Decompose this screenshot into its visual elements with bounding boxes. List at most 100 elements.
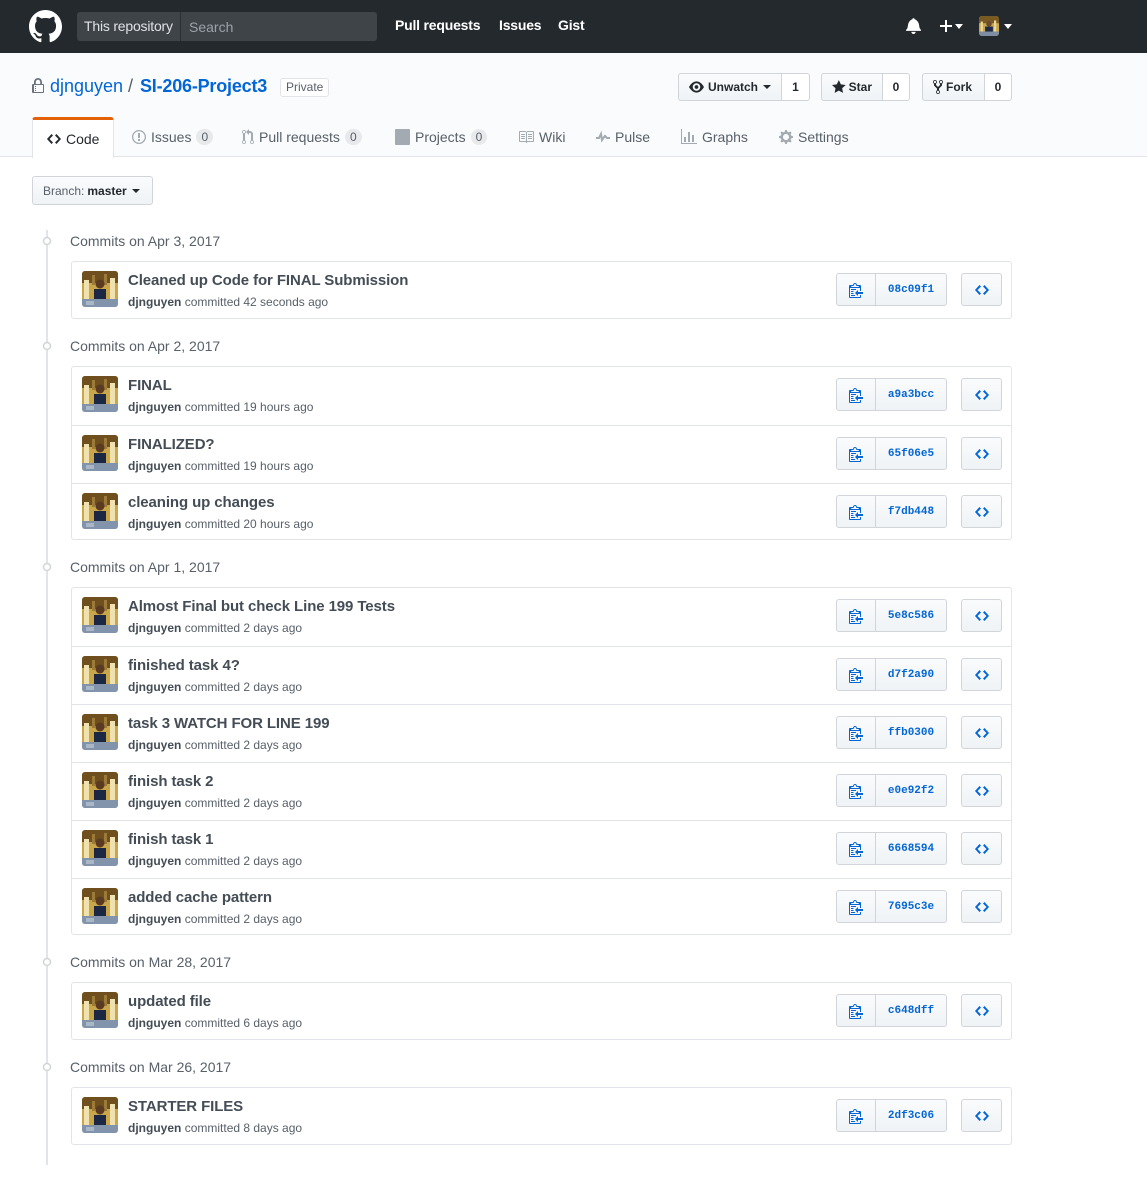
repo-name-link[interactable]: SI-206-Project3 bbox=[140, 76, 267, 97]
commit-author-link[interactable]: djnguyen bbox=[128, 738, 181, 752]
author-avatar[interactable] bbox=[82, 714, 118, 750]
author-avatar[interactable] bbox=[82, 830, 118, 866]
author-avatar[interactable] bbox=[82, 992, 118, 1028]
commit-message-link[interactable]: FINALIZED? bbox=[128, 436, 215, 453]
author-avatar[interactable] bbox=[82, 376, 118, 412]
nav-gist[interactable]: Gist bbox=[558, 17, 585, 33]
author-avatar[interactable] bbox=[82, 493, 118, 529]
author-avatar[interactable] bbox=[82, 435, 118, 471]
commit-sha-link[interactable]: 65f06e5 bbox=[875, 437, 947, 470]
browse-files-button[interactable] bbox=[961, 832, 1002, 865]
search-input[interactable] bbox=[182, 12, 377, 41]
author-avatar[interactable] bbox=[82, 1097, 118, 1133]
commit-sha-link[interactable]: f7db448 bbox=[875, 495, 947, 528]
commit-author-link[interactable]: djnguyen bbox=[128, 1121, 181, 1135]
nav-issues[interactable]: Issues bbox=[499, 17, 542, 33]
browse-files-button[interactable] bbox=[961, 890, 1002, 923]
tab-code[interactable]: Code bbox=[32, 117, 115, 158]
commit-author-link[interactable]: djnguyen bbox=[128, 680, 181, 694]
repo-owner-link[interactable]: djnguyen bbox=[50, 76, 123, 97]
commit-author-link[interactable]: djnguyen bbox=[128, 912, 181, 926]
commit-message-link[interactable]: Cleaned up Code for FINAL Submission bbox=[128, 272, 408, 289]
copy-sha-button[interactable] bbox=[836, 832, 876, 865]
copy-sha-button[interactable] bbox=[836, 890, 876, 923]
commit-author-link[interactable]: djnguyen bbox=[128, 295, 181, 309]
stargazers-count[interactable]: 0 bbox=[883, 73, 910, 101]
commit-message-link[interactable]: STARTER FILES bbox=[128, 1098, 243, 1115]
commit-message-link[interactable]: finish task 2 bbox=[128, 773, 214, 790]
copy-sha-button[interactable] bbox=[836, 273, 876, 306]
commit-author-link[interactable]: djnguyen bbox=[128, 854, 181, 868]
browse-files-button[interactable] bbox=[961, 378, 1002, 411]
commit-sha-link[interactable]: 7695c3e bbox=[875, 890, 947, 923]
commit-sha-link[interactable]: 2df3c06 bbox=[875, 1099, 947, 1132]
commit-sha-link[interactable]: 6668594 bbox=[875, 832, 947, 865]
bell-icon[interactable] bbox=[906, 17, 921, 34]
copy-sha-button[interactable] bbox=[836, 994, 876, 1027]
browse-files-button[interactable] bbox=[961, 599, 1002, 632]
browse-files-button[interactable] bbox=[961, 658, 1002, 691]
chevron-down-icon[interactable] bbox=[955, 24, 963, 29]
commit-sha-link[interactable]: a9a3bcc bbox=[875, 378, 947, 411]
tab-projects[interactable]: Projects 0 bbox=[381, 117, 501, 157]
copy-sha-button[interactable] bbox=[836, 1099, 876, 1132]
copy-sha-button[interactable] bbox=[836, 774, 876, 807]
branch-select-button[interactable]: Branch: master bbox=[32, 176, 153, 205]
commit-message-link[interactable]: task 3 WATCH FOR LINE 199 bbox=[128, 715, 330, 732]
commit-sha-link[interactable]: ffb0300 bbox=[875, 716, 947, 749]
tab-issues[interactable]: Issues 0 bbox=[118, 117, 227, 157]
chevron-down-icon[interactable] bbox=[1004, 24, 1012, 29]
browse-files-button[interactable] bbox=[961, 994, 1002, 1027]
commit-time: committed 20 hours ago bbox=[184, 517, 314, 531]
commit-sha-link[interactable]: 5e8c586 bbox=[875, 599, 947, 632]
commit-message-link[interactable]: cleaning up changes bbox=[128, 494, 275, 511]
watchers-count[interactable]: 1 bbox=[782, 73, 810, 101]
commit-message-link[interactable]: finish task 1 bbox=[128, 831, 214, 848]
tab-graphs[interactable]: Graphs bbox=[667, 117, 762, 157]
star-button[interactable]: Star bbox=[821, 73, 883, 101]
commit-message-link[interactable]: finished task 4? bbox=[128, 657, 240, 674]
copy-sha-button[interactable] bbox=[836, 658, 876, 691]
tab-wiki[interactable]: Wiki bbox=[504, 117, 579, 157]
nav-pull-requests[interactable]: Pull requests bbox=[395, 17, 481, 33]
commit-message-link[interactable]: updated file bbox=[128, 993, 211, 1010]
commit-message-link[interactable]: added cache pattern bbox=[128, 889, 272, 906]
commit-sha-link[interactable]: 08c09f1 bbox=[875, 273, 947, 306]
author-avatar[interactable] bbox=[82, 271, 118, 307]
commit-message-link[interactable]: FINAL bbox=[128, 377, 172, 394]
browse-files-button[interactable] bbox=[961, 774, 1002, 807]
copy-sha-button[interactable] bbox=[836, 378, 876, 411]
author-avatar[interactable] bbox=[82, 888, 118, 924]
tab-settings[interactable]: Settings bbox=[765, 117, 863, 157]
browse-files-button[interactable] bbox=[961, 495, 1002, 528]
browse-files-button[interactable] bbox=[961, 1099, 1002, 1132]
browse-files-button[interactable] bbox=[961, 437, 1002, 470]
commit-author-link[interactable]: djnguyen bbox=[128, 459, 181, 473]
commit-author-link[interactable]: djnguyen bbox=[128, 517, 181, 531]
fork-button[interactable]: Fork bbox=[922, 73, 985, 101]
browse-files-button[interactable] bbox=[961, 716, 1002, 749]
commit-author-link[interactable]: djnguyen bbox=[128, 621, 181, 635]
commit-sha-link[interactable]: d7f2a90 bbox=[875, 658, 947, 691]
copy-sha-button[interactable] bbox=[836, 437, 876, 470]
author-avatar[interactable] bbox=[82, 772, 118, 808]
github-logo-icon[interactable] bbox=[29, 10, 62, 43]
plus-icon[interactable] bbox=[939, 18, 953, 34]
copy-sha-button[interactable] bbox=[836, 495, 876, 528]
commit-sha-link[interactable]: e0e92f2 bbox=[875, 774, 947, 807]
commit-author-link[interactable]: djnguyen bbox=[128, 1016, 181, 1030]
copy-sha-button[interactable] bbox=[836, 716, 876, 749]
tab-pull-requests[interactable]: Pull requests 0 bbox=[228, 117, 376, 157]
author-avatar[interactable] bbox=[82, 597, 118, 633]
commit-author-link[interactable]: djnguyen bbox=[128, 400, 181, 414]
browse-files-button[interactable] bbox=[961, 273, 1002, 306]
user-avatar[interactable] bbox=[979, 16, 999, 36]
copy-sha-button[interactable] bbox=[836, 599, 876, 632]
commit-message-link[interactable]: Almost Final but check Line 199 Tests bbox=[128, 598, 395, 615]
commit-sha-link[interactable]: c648dff bbox=[875, 994, 947, 1027]
commit-author-link[interactable]: djnguyen bbox=[128, 796, 181, 810]
unwatch-button[interactable]: Unwatch bbox=[678, 73, 782, 101]
author-avatar[interactable] bbox=[82, 656, 118, 692]
tab-pulse[interactable]: Pulse bbox=[582, 117, 664, 157]
forks-count[interactable]: 0 bbox=[985, 73, 1012, 101]
